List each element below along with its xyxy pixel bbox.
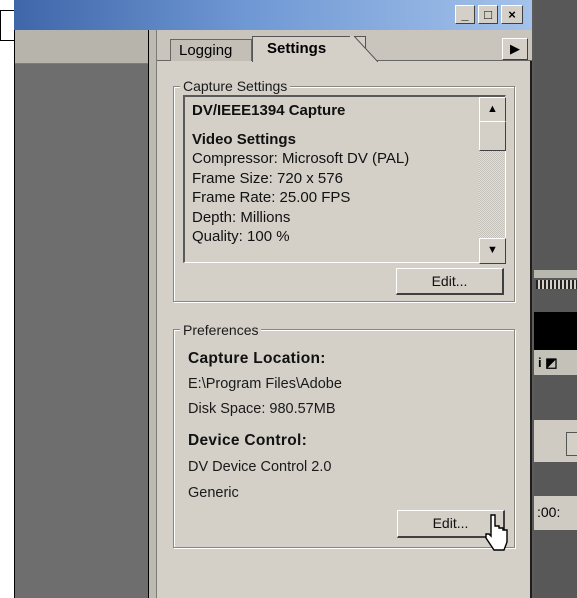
maximize-button[interactable]: □ [478, 5, 498, 24]
list-item: Frame Size: 720 x 576 [192, 169, 343, 187]
timecode-display: :00: [537, 504, 561, 520]
right-timecode-area: :00: [534, 496, 577, 530]
right-preview [534, 312, 577, 350]
pane-splitter[interactable] [148, 30, 157, 598]
left-pane [14, 30, 150, 598]
right-controls[interactable]: i ◩ [534, 350, 577, 375]
panel-menu-arrow-icon[interactable]: ▶ [502, 38, 528, 60]
list-item [192, 121, 409, 130]
capture-settings-label: Capture Settings [180, 78, 291, 94]
scroll-thumb[interactable] [479, 121, 506, 151]
preferences-label: Preferences [180, 322, 262, 338]
right-toolbar [534, 270, 577, 278]
list-item: Frame Rate: 25.00 FPS [192, 189, 351, 206]
device-control-type: Generic [188, 485, 239, 501]
right-ruler [536, 280, 577, 289]
capture-location-path: E:\Program Files\Adobe [188, 376, 342, 392]
device-control-name: DV Device Control 2.0 [188, 459, 332, 475]
mouse-pointer-icon [482, 512, 512, 554]
left-toolbar [15, 30, 150, 64]
clipped-window-edge [0, 10, 15, 41]
close-button[interactable]: × [501, 5, 523, 24]
right-clipped-button[interactable] [566, 432, 577, 456]
capture-location-heading: Capture Location: [188, 350, 326, 367]
right-control-icons[interactable]: i ◩ [538, 355, 558, 371]
right-button-area [534, 420, 577, 462]
capture-settings-list-content: DV/IEEE1394 Capture Video Settings Compre… [192, 101, 409, 247]
list-scrollbar[interactable]: ▲ ▼ [479, 97, 506, 264]
list-item: Quality: 100 % [192, 228, 290, 245]
list-item: Depth: Millions [192, 208, 291, 226]
tab-settings[interactable]: Settings [252, 36, 366, 62]
scroll-up-icon[interactable]: ▲ [479, 97, 506, 123]
capture-settings-edit-button[interactable]: Edit... [396, 268, 504, 295]
list-item: DV/IEEE1394 Capture [192, 102, 346, 119]
tab-logging[interactable]: Logging [170, 39, 252, 61]
capture-settings-list[interactable]: DV/IEEE1394 Capture Video Settings Compre… [183, 95, 506, 263]
minimize-button[interactable]: _ [455, 5, 475, 24]
tab-settings-edge [350, 36, 378, 62]
list-item: Compressor: Microsoft DV (PAL) [192, 150, 410, 167]
device-control-heading: Device Control: [188, 432, 308, 449]
scroll-down-icon[interactable]: ▼ [479, 238, 506, 264]
disk-space: Disk Space: 980.57MB [188, 401, 336, 417]
list-item: Video Settings [192, 130, 296, 148]
